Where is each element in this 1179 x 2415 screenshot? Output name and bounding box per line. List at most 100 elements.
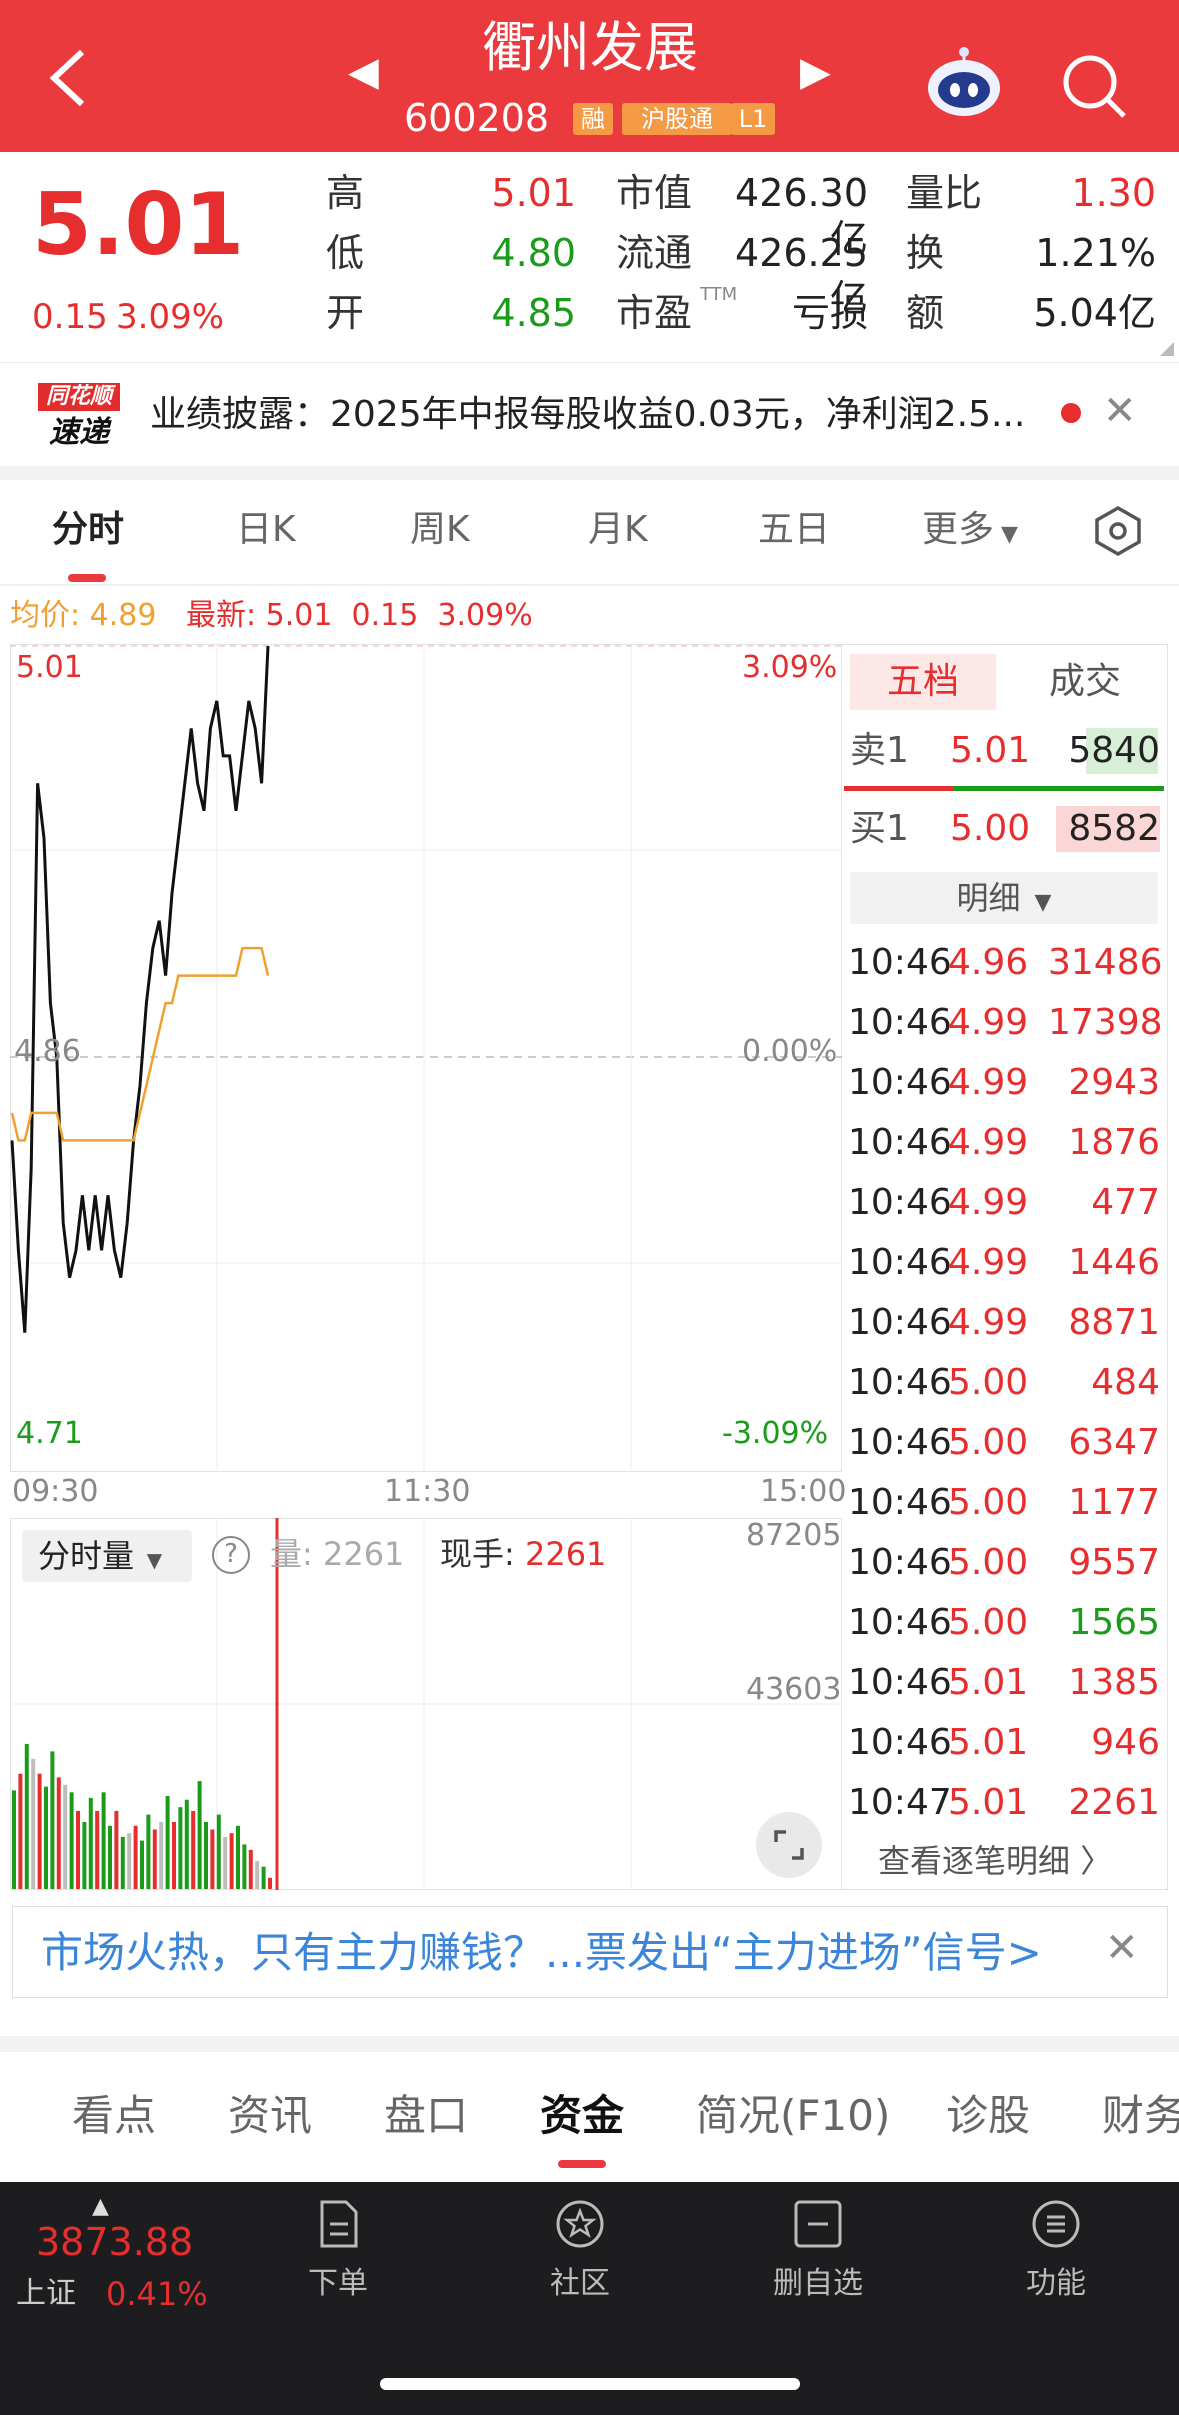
volume-bar <box>37 1773 42 1889</box>
tab-daily-k[interactable]: 日K <box>236 500 296 560</box>
trade-row: 10:46 4.99 1876 <box>848 1118 1160 1168</box>
banner-text[interactable]: 市场火热，只有主力赚钱？...票发出“主力进场”信号> <box>41 1923 1042 1983</box>
avg-label: 均价: <box>10 598 81 633</box>
remove-watchlist-icon[interactable] <box>792 2198 844 2250</box>
tab-intraday[interactable]: 分时 <box>52 500 124 560</box>
community-icon[interactable] <box>554 2198 606 2250</box>
volume-bar <box>63 1784 68 1889</box>
trade-price: 4.99 <box>948 1062 1029 1103</box>
volume-readout: 量: 2261 <box>270 1532 404 1576</box>
tab-finance[interactable]: 财务 <box>1102 2086 1179 2146</box>
volume-type-dropdown[interactable]: 分时量 ▼ <box>22 1530 192 1582</box>
dock-function-label[interactable]: 功能 <box>976 2258 1136 2302</box>
trade-time: 10:46 <box>848 942 952 983</box>
volume-axis-top: 87205 <box>746 1518 842 1553</box>
trade-volume: 9557 <box>1068 1542 1160 1583</box>
tab-news[interactable]: 资讯 <box>228 2086 312 2146</box>
search-icon[interactable] <box>1058 50 1128 120</box>
function-menu-icon[interactable] <box>1030 2198 1082 2250</box>
close-news-icon[interactable]: ✕ <box>1103 388 1137 434</box>
tab-monthly-k[interactable]: 月K <box>588 500 648 560</box>
avg-value: 4.89 <box>89 598 157 633</box>
trade-time: 10:46 <box>848 1422 952 1463</box>
tab-five-levels[interactable]: 五档 <box>850 654 996 710</box>
tab-weekly-k[interactable]: 周K <box>410 500 470 560</box>
trade-volume: 1177 <box>1068 1482 1160 1523</box>
volume-bar <box>159 1822 164 1889</box>
help-icon[interactable]: ? <box>212 1536 250 1574</box>
tab-handicap[interactable]: 盘口 <box>384 2086 468 2146</box>
dock-community-label[interactable]: 社区 <box>500 2258 660 2302</box>
sell1-volume: 5840 <box>1068 730 1160 771</box>
tab-funds[interactable]: 资金 <box>540 2086 624 2146</box>
trade-time: 10:46 <box>848 1302 952 1343</box>
order-icon[interactable] <box>312 2198 364 2250</box>
tab-trades[interactable]: 成交 <box>1010 654 1160 710</box>
volume-bar <box>133 1825 138 1889</box>
volume-bar <box>24 1743 29 1889</box>
intraday-chart[interactable] <box>10 644 842 1472</box>
index-value[interactable]: 3873.88 <box>36 2218 193 2266</box>
trade-volume: 477 <box>1091 1182 1160 1223</box>
trade-row: 10:46 5.01 946 <box>848 1718 1160 1768</box>
divider <box>0 2036 1179 2052</box>
trade-volume: 946 <box>1091 1722 1160 1763</box>
quote-label: 开 <box>326 291 365 335</box>
trade-price: 4.99 <box>948 1002 1029 1043</box>
trade-time: 10:46 <box>848 1662 952 1703</box>
volume-bar <box>95 1810 100 1889</box>
volume-bar <box>120 1836 125 1889</box>
quote-value: 1.21% <box>1035 231 1156 275</box>
trade-row: 10:46 4.96 31486 <box>848 938 1163 988</box>
index-pct: 0.41% <box>106 2275 208 2313</box>
volume-bar <box>69 1792 74 1889</box>
sell1-price: 5.01 <box>950 730 1031 771</box>
fullscreen-button[interactable] <box>756 1812 822 1878</box>
trade-price: 4.99 <box>948 1242 1029 1283</box>
news-ticker[interactable]: 同花顺 速递 业绩披露：2025年中报每股收益0.03元，净利润2.5... <box>0 362 1179 466</box>
robot-assistant-icon[interactable] <box>925 44 1003 120</box>
next-stock-icon[interactable]: ▶ <box>800 52 831 92</box>
trade-time: 10:47 <box>848 1782 952 1823</box>
pct-axis-mid: 0.00% <box>742 1034 838 1069</box>
tab-more[interactable]: 更多 ▼ <box>922 500 1018 565</box>
margin-tag: 融 <box>573 103 613 135</box>
chart-settings-icon[interactable] <box>1092 505 1144 557</box>
logo-top: 同花顺 <box>38 383 120 411</box>
level-tag: L1 <box>731 103 775 135</box>
trade-row: 10:46 5.00 6347 <box>848 1418 1160 1468</box>
close-banner-icon[interactable]: ✕ <box>1105 1925 1139 1971</box>
unread-dot <box>1061 403 1081 423</box>
quote-value: 5.04亿 <box>1033 291 1156 335</box>
pct-axis-top: 3.09% <box>742 650 838 685</box>
trade-time: 10:46 <box>848 1242 952 1283</box>
tab-diagnosis[interactable]: 诊股 <box>946 2086 1030 2146</box>
quote-value: 4.80 <box>491 231 576 275</box>
ths-express-logo: 同花顺 速递 <box>38 383 120 455</box>
volume-bar <box>184 1799 189 1889</box>
trade-row: 10:46 5.00 1177 <box>848 1478 1160 1528</box>
hand-readout: 现手: 2261 <box>440 1532 606 1576</box>
view-tick-details-link[interactable]: 查看逐笔明细 〉 <box>878 1836 1112 1886</box>
time-axis-open: 09:30 <box>12 1474 99 1509</box>
volume-bar <box>236 1825 240 1889</box>
volume-bar <box>12 1790 16 1889</box>
stock-code: 600208 <box>404 96 550 140</box>
hand-label: 现手: <box>440 1535 515 1573</box>
dock-order-label[interactable]: 下单 <box>258 2258 418 2302</box>
news-text[interactable]: 业绩披露：2025年中报每股收益0.03元，净利润2.5... <box>150 391 1025 439</box>
expand-corner-icon[interactable] <box>1160 342 1174 356</box>
tab-f10[interactable]: 简况(F10) <box>696 2086 890 2146</box>
tab-highlights[interactable]: 看点 <box>72 2086 156 2146</box>
prev-stock-icon[interactable]: ◀ <box>348 52 379 92</box>
promo-banner[interactable]: 市场火热，只有主力赚钱？...票发出“主力进场”信号> ✕ <box>12 1906 1168 1998</box>
buy-sell-ratio-red <box>844 786 954 791</box>
trade-price: 4.99 <box>948 1182 1029 1223</box>
back-icon[interactable] <box>46 48 92 108</box>
tab-five-day[interactable]: 五日 <box>758 500 830 560</box>
trade-time: 10:46 <box>848 1062 952 1103</box>
dock-remove-label[interactable]: 删自选 <box>738 2258 898 2302</box>
detail-dropdown[interactable]: 明细 ▼ <box>850 872 1158 924</box>
trade-price: 4.96 <box>948 942 1029 983</box>
caret-down-icon: ▼ <box>1020 890 1052 915</box>
